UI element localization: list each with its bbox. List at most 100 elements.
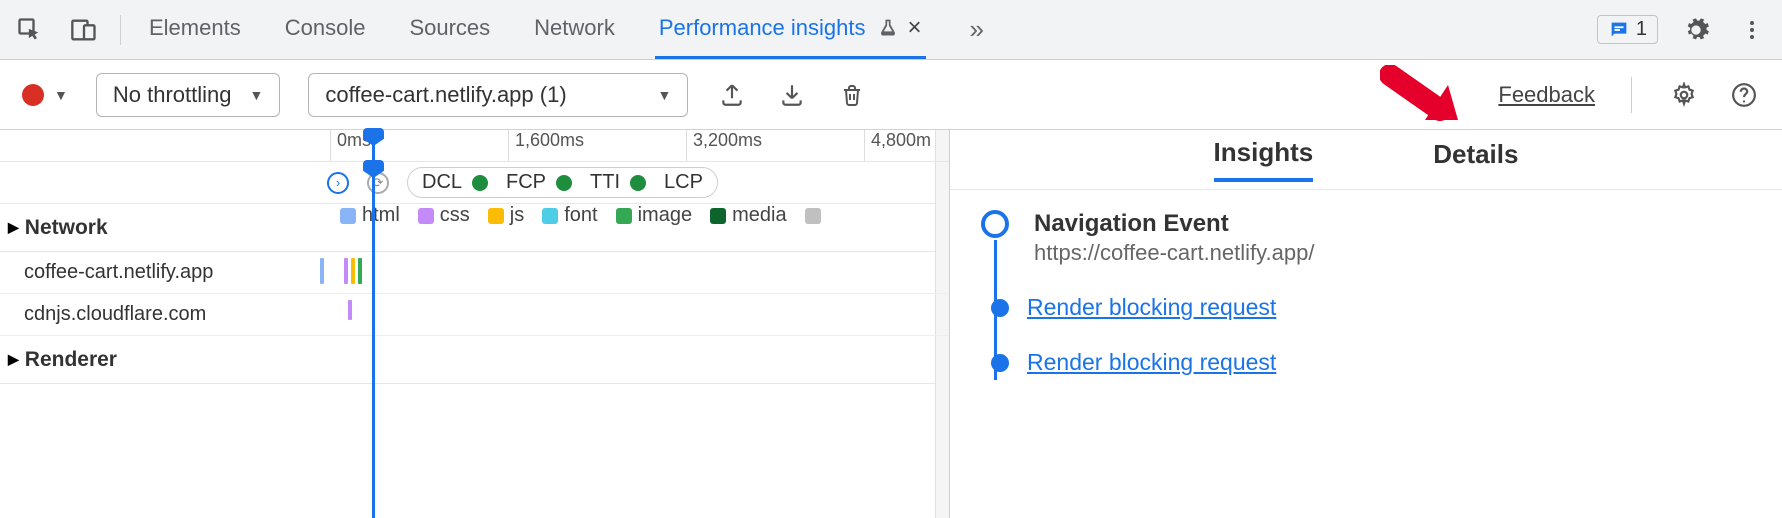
host-row[interactable]: cdnjs.cloudflare.com <box>0 294 949 336</box>
swatch-icon <box>418 208 434 224</box>
renderer-section-label: Renderer <box>25 348 117 372</box>
issue-count: 1 <box>1636 18 1647 41</box>
vertical-divider <box>1631 77 1632 113</box>
host-label: cdnjs.cloudflare.com <box>24 303 206 326</box>
ruler-tick: 3,200ms <box>686 130 762 161</box>
throttling-select[interactable]: No throttling ▼ <box>96 73 280 117</box>
event-node-icon <box>981 210 1009 238</box>
legend-js: js <box>488 204 524 227</box>
insight-link-row: Render blocking request <box>1034 349 1314 376</box>
request-bar-css[interactable] <box>348 300 352 320</box>
resource-legend: html css js font image media <box>340 204 821 227</box>
side-tabs: Insights Details <box>950 130 1782 190</box>
tab-label: Performance insights <box>659 15 866 41</box>
marker-tti: TTI <box>590 171 620 194</box>
caret-down-icon: ▼ <box>249 87 263 103</box>
playhead-line[interactable] <box>372 162 375 518</box>
legend-label: js <box>510 204 524 227</box>
legend-label: image <box>638 204 692 227</box>
legend-label: media <box>732 204 786 227</box>
tabs-overflow-icon[interactable]: » <box>962 0 992 59</box>
triangle-right-icon: ▶ <box>8 351 19 368</box>
tab-network[interactable]: Network <box>530 0 619 59</box>
timing-markers-row: › ⟳ DCL FCP TTI LCP <box>0 162 949 204</box>
more-vertical-icon[interactable] <box>1734 12 1770 48</box>
renderer-section-header[interactable]: ▶ Renderer <box>0 336 949 384</box>
close-tab-icon[interactable]: × <box>908 14 922 42</box>
legend-image: image <box>616 204 692 227</box>
legend-label: css <box>440 204 470 227</box>
tab-performance-insights[interactable]: Performance insights × <box>655 0 926 59</box>
inspect-element-icon[interactable] <box>12 12 48 48</box>
delete-icon[interactable] <box>836 79 868 111</box>
feedback-link[interactable]: Feedback <box>1498 82 1595 108</box>
time-ruler[interactable]: 0ms 1,600ms 3,200ms 4,800m <box>0 130 949 162</box>
device-toolbar-icon[interactable] <box>66 12 102 48</box>
console-issues-badge[interactable]: 1 <box>1597 15 1658 44</box>
request-bar-css[interactable] <box>344 258 348 284</box>
legend-label: font <box>564 204 597 227</box>
insights-body: Navigation Event https://coffee-cart.net… <box>950 190 1782 400</box>
event-node-small-icon <box>991 299 1009 317</box>
devtools-tab-bar: Elements Console Sources Network Perform… <box>0 0 1782 60</box>
request-bar-image[interactable] <box>358 258 362 284</box>
tab-elements[interactable]: Elements <box>145 0 245 59</box>
vertical-divider <box>120 15 121 45</box>
dot-icon <box>472 175 488 191</box>
caret-down-icon: ▼ <box>657 87 671 103</box>
dot-icon <box>630 175 646 191</box>
timing-markers-pill[interactable]: DCL FCP TTI LCP <box>407 167 718 198</box>
side-pane: Insights Details Navigation Event https:… <box>950 130 1782 518</box>
message-icon <box>1608 19 1630 41</box>
content-area: 0ms 1,600ms 3,200ms 4,800m › ⟳ DCL FCP T… <box>0 130 1782 518</box>
marker-lcp: LCP <box>664 171 703 194</box>
ruler-tick: 4,800m <box>864 130 931 161</box>
request-bar-js[interactable] <box>351 258 355 284</box>
navigation-event: Navigation Event https://coffee-cart.net… <box>980 210 1752 380</box>
triangle-right-icon: ▶ <box>8 219 19 236</box>
export-icon[interactable] <box>716 79 748 111</box>
host-row[interactable]: coffee-cart.netlify.app <box>0 252 949 294</box>
legend-css: css <box>418 204 470 227</box>
ruler-tick: 1,600ms <box>508 130 584 161</box>
tab-console[interactable]: Console <box>281 0 370 59</box>
legend-font: font <box>542 204 597 227</box>
legend-media: media <box>710 204 786 227</box>
recording-value: coffee-cart.netlify.app (1) <box>325 82 566 108</box>
tab-insights[interactable]: Insights <box>1214 137 1314 182</box>
help-icon[interactable] <box>1728 79 1760 111</box>
import-icon[interactable] <box>776 79 808 111</box>
request-bar-html[interactable] <box>320 258 324 284</box>
swatch-icon <box>616 208 632 224</box>
marker-dcl: DCL <box>422 171 462 194</box>
tab-details[interactable]: Details <box>1433 139 1518 180</box>
swatch-icon <box>710 208 726 224</box>
insights-toolbar: ▼ No throttling ▼ coffee-cart.netlify.ap… <box>0 60 1782 130</box>
legend-label: html <box>362 204 400 227</box>
settings-gear-icon[interactable] <box>1678 12 1714 48</box>
render-blocking-link[interactable]: Render blocking request <box>1027 294 1276 321</box>
throttling-value: No throttling <box>113 82 232 108</box>
marker-fcp: FCP <box>506 171 546 194</box>
host-label: coffee-cart.netlify.app <box>24 261 213 284</box>
swatch-icon <box>340 208 356 224</box>
insight-link-row: Render blocking request <box>1034 294 1314 321</box>
event-url: https://coffee-cart.netlify.app/ <box>1034 240 1314 266</box>
record-dropdown-caret-icon[interactable]: ▼ <box>54 87 68 103</box>
annotation-red-arrow-icon <box>1380 65 1470 125</box>
panel-tabs: Elements Console Sources Network Perform… <box>145 0 992 59</box>
timeline-pane: 0ms 1,600ms 3,200ms 4,800m › ⟳ DCL FCP T… <box>0 130 950 518</box>
legend-html: html <box>340 204 400 227</box>
swatch-icon <box>542 208 558 224</box>
playhead-marker[interactable] <box>372 130 375 161</box>
render-blocking-link[interactable]: Render blocking request <box>1027 349 1276 376</box>
event-node-small-icon <box>991 354 1009 372</box>
recording-select[interactable]: coffee-cart.netlify.app (1) ▼ <box>308 73 688 117</box>
settings-cog-icon[interactable] <box>1668 79 1700 111</box>
tab-sources[interactable]: Sources <box>405 0 494 59</box>
event-title: Navigation Event <box>1034 210 1314 238</box>
legend-other <box>805 208 821 224</box>
nav-marker-icon: › <box>327 172 349 194</box>
swatch-icon <box>805 208 821 224</box>
record-button[interactable]: ▼ <box>22 84 68 106</box>
